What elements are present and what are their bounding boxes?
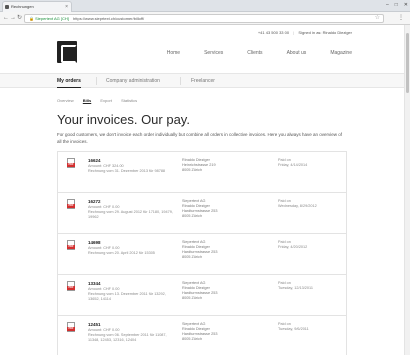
top-utility-bar: +41 43 500 33 00 | Signed in as: Rinaldo…: [258, 30, 352, 35]
browser-tab-bar: Rechnungen × – □ ✕: [0, 0, 410, 12]
page-intro: For good customers, we don't invoice eac…: [57, 132, 343, 144]
site-identity: Siepertext AG [CH]: [35, 16, 69, 21]
subnav-statistics[interactable]: Statistics: [121, 98, 137, 103]
pdf-icon[interactable]: [67, 240, 75, 250]
url-input[interactable]: 🔒 Siepertext AG [CH] https://www.sieprte…: [24, 14, 384, 23]
address-line: 8005 Zürich: [182, 255, 203, 259]
invoice-number[interactable]: 13344: [88, 281, 101, 286]
address-line: 8005 Zürich: [182, 214, 203, 218]
paid-date: Friday, 4/20/2012: [278, 245, 308, 249]
tab-freelancer[interactable]: Freelancer: [191, 74, 215, 88]
tab-close-icon[interactable]: ×: [65, 2, 68, 12]
pdf-icon[interactable]: [67, 199, 75, 209]
maximize-button[interactable]: □: [395, 0, 398, 12]
tab-title: Rechnungen: [11, 4, 34, 9]
invoice-paid: Paid on Friday, 4/20/2012: [278, 240, 307, 250]
nav-services[interactable]: Services: [204, 50, 223, 56]
nav-magazine[interactable]: Magazine: [330, 50, 352, 56]
tab-divider: [96, 77, 97, 85]
invoice-address: Siepertext AG Rinaldo Dieziger Hardturms…: [182, 199, 258, 219]
invoice-list: 16624 Amount: CHF 324.00 Rechnung vom 31…: [57, 151, 347, 355]
invoice-number[interactable]: 16272: [88, 199, 101, 204]
invoice-row: 14698 Amount: CHF 0.00 Rechnung vom 20. …: [57, 233, 347, 274]
page-title: Your invoices. Our pay.: [57, 112, 190, 127]
invoice-paid: Paid on Wednesday, 8/29/2012: [278, 199, 317, 209]
separator: |: [293, 30, 295, 35]
subnav-bills[interactable]: Bills: [83, 98, 91, 103]
browser-tab[interactable]: Rechnungen ×: [2, 1, 72, 12]
invoice-number[interactable]: 14698: [88, 240, 101, 245]
favicon-icon: [5, 5, 9, 9]
invoice-row: 13344 Amount: CHF 0.00 Rechnung vom 13. …: [57, 274, 347, 315]
tab-company-administration[interactable]: Company administration: [106, 74, 160, 88]
invoice-row: 16624 Amount: CHF 324.00 Rechnung vom 31…: [57, 151, 347, 192]
invoice-details: Amount: CHF 324.00 Rechnung vom 31. Deze…: [88, 164, 166, 173]
company-logo[interactable]: [57, 41, 77, 63]
close-window-button[interactable]: ✕: [404, 0, 408, 12]
invoice-number[interactable]: 16624: [88, 158, 101, 163]
window-controls: – □ ✕: [386, 0, 408, 12]
invoice-address: Siepertext AG Rinaldo Dieziger Hardturms…: [182, 240, 258, 260]
phone-number[interactable]: +41 43 500 33 00: [258, 30, 289, 35]
paid-date: Tuesday, 9/6/2011: [278, 327, 309, 331]
main-navigation: Home Services Clients About us Magazine: [167, 50, 352, 56]
address-line: 8005 Zürich: [182, 337, 203, 341]
sub-navigation: Overview Bills Export Statistics: [57, 98, 145, 103]
pdf-icon[interactable]: [67, 158, 75, 168]
reload-icon[interactable]: ↻: [17, 14, 22, 23]
paid-date: Tuesday, 12/13/2011: [278, 286, 313, 290]
invoice-paid: Paid on Tuesday, 9/6/2011: [278, 322, 309, 332]
nav-home[interactable]: Home: [167, 50, 180, 56]
tab-my-orders[interactable]: My orders: [57, 74, 81, 88]
invoice-details: Amount: CHF 0.00 Rechnung vom 13. Dezemb…: [88, 287, 166, 301]
invoice-paid: Paid on Friday, 4/14/2014: [278, 158, 307, 168]
invoice-row: 12451 Amount: CHF 0.00 Rechnung vom 06. …: [57, 315, 347, 355]
paid-date: Wednesday, 8/29/2012: [278, 204, 317, 208]
page-scrollbar[interactable]: [404, 25, 410, 355]
browser-menu-icon[interactable]: ⋮: [398, 14, 404, 23]
invoice-address: Siepertext AG Rinaldo Dieziger Hardturms…: [182, 322, 258, 342]
url-text: https://www.sieprtext.ch/customer/billof…: [73, 16, 145, 21]
page-content: +41 43 500 33 00 | Signed in as: Rinaldo…: [0, 25, 404, 355]
subnav-overview[interactable]: Overview: [57, 98, 74, 103]
subnav-export[interactable]: Export: [100, 98, 112, 103]
back-icon[interactable]: ←: [3, 14, 9, 23]
bookmark-star-icon[interactable]: ☆: [375, 14, 380, 23]
pdf-icon[interactable]: [67, 322, 75, 332]
tab-divider: [180, 77, 181, 85]
lock-icon: 🔒: [29, 16, 34, 21]
invoice-address: Rinaldo Dieziger Heinrichstrasse 219 800…: [182, 158, 258, 173]
minimize-button[interactable]: –: [386, 0, 389, 12]
address-line: 8005 Zürich: [182, 168, 203, 172]
nav-clients[interactable]: Clients: [247, 50, 262, 56]
invoice-paid: Paid on Tuesday, 12/13/2011: [278, 281, 313, 291]
forward-icon[interactable]: →: [10, 14, 16, 23]
invoice-details: Amount: CHF 0.00 Rechnung vom 06. Septem…: [88, 328, 167, 342]
signed-in-status[interactable]: Signed in as: Rinaldo Dieziger: [298, 30, 352, 35]
address-line: 8005 Zürich: [182, 296, 203, 300]
address-bar: ← → ↻ 🔒 Siepertext AG [CH] https://www.s…: [0, 12, 410, 25]
invoice-number[interactable]: 12451: [88, 322, 101, 327]
invoice-details: Amount: CHF 0.00 Rechnung vom 20. April …: [88, 246, 155, 255]
pdf-icon[interactable]: [67, 281, 75, 291]
nav-about-us[interactable]: About us: [287, 50, 307, 56]
paid-date: Friday, 4/14/2014: [278, 163, 308, 167]
invoice-address: Siepertext AG Rinaldo Dieziger Hardturms…: [182, 281, 258, 301]
invoice-details: Amount: CHF 0.00 Rechnung vom 29. August…: [88, 205, 173, 219]
scrollbar-thumb[interactable]: [406, 33, 409, 93]
invoice-row: 16272 Amount: CHF 0.00 Rechnung vom 29. …: [57, 192, 347, 233]
section-tabs: My orders Company administration Freelan…: [0, 73, 404, 88]
